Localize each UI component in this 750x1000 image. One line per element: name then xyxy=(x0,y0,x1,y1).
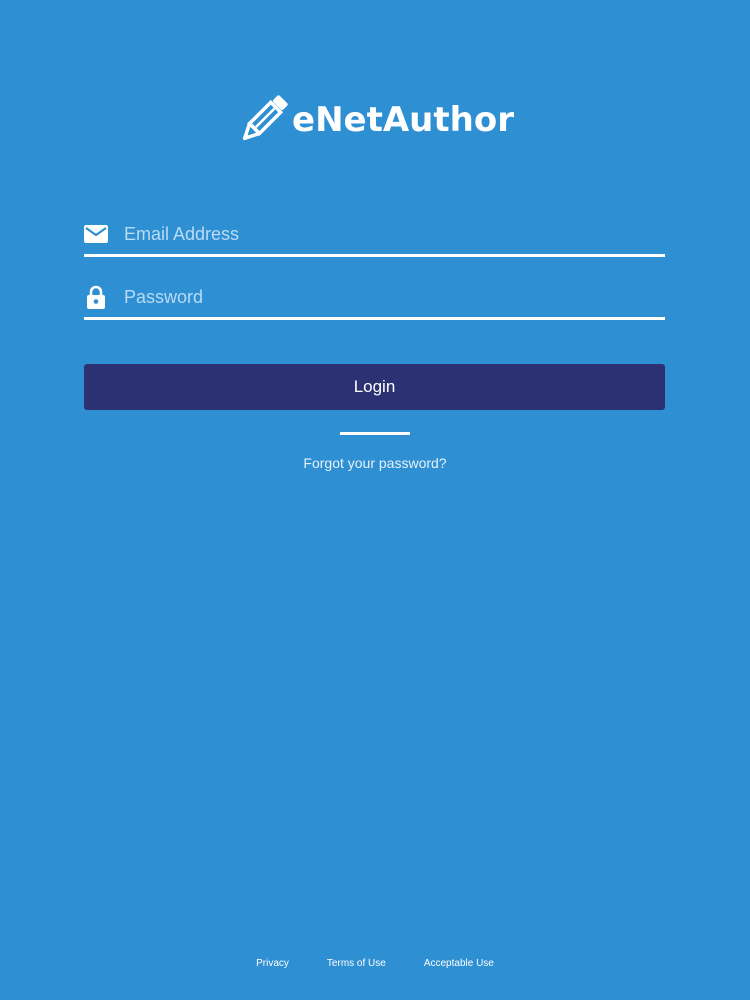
forgot-password-link[interactable]: Forgot your password? xyxy=(0,455,750,471)
password-input[interactable] xyxy=(124,279,665,315)
lock-icon xyxy=(84,285,108,309)
envelope-icon xyxy=(84,222,108,246)
divider xyxy=(340,432,410,435)
password-field xyxy=(84,277,665,320)
terms-of-use-link[interactable]: Terms of Use xyxy=(327,958,386,969)
acceptable-use-link[interactable]: Acceptable Use xyxy=(424,958,494,969)
pencil-icon xyxy=(242,95,288,141)
app-name: eNetAuthor xyxy=(292,100,514,140)
login-button[interactable]: Login xyxy=(84,364,665,410)
footer-links: Privacy Terms of Use Acceptable Use xyxy=(0,958,750,969)
app-logo: eNetAuthor xyxy=(0,92,750,148)
email-field xyxy=(84,214,665,257)
email-input[interactable] xyxy=(124,216,665,252)
privacy-link[interactable]: Privacy xyxy=(256,958,289,969)
